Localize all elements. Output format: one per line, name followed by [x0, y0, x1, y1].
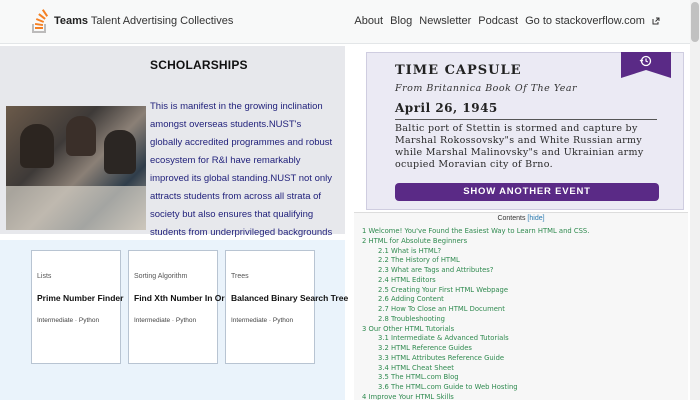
brand-teams-link[interactable]: Teams	[54, 15, 88, 27]
scholarships-title: SCHOLARSHIPS	[150, 58, 248, 72]
nav-link-podcast[interactable]: Podcast	[478, 15, 518, 27]
toc-link[interactable]: 2 HTML for Absolute Beginners	[362, 237, 684, 247]
brand-links[interactable]: Teams Talent Advertising Collectives	[54, 15, 233, 27]
nav-link-blog[interactable]: Blog	[390, 15, 412, 27]
nav-link-stackoverflow[interactable]: Go to stackoverflow.com	[525, 15, 645, 27]
toc-link[interactable]: 2.2 The History of HTML	[362, 256, 684, 266]
challenge-card[interactable]: Trees Balanced Binary Search Tree Interm…	[225, 250, 348, 364]
time-capsule-title: TIME CAPSULE	[395, 63, 522, 78]
top-navigation-bar: Teams Talent Advertising Collectives Abo…	[0, 0, 700, 44]
show-another-event-button[interactable]: SHOW ANOTHER EVENT	[395, 183, 659, 201]
brand-rest-links[interactable]: Talent Advertising Collectives	[91, 15, 233, 27]
card-meta: Intermediate · Python	[231, 317, 294, 324]
toc-link[interactable]: 2.7 How To Close an HTML Document	[362, 305, 684, 315]
external-link-icon	[652, 16, 660, 25]
time-capsule-subtitle: From Britannica Book Of The Year	[395, 83, 578, 94]
card-category: Lists	[37, 273, 52, 280]
scholarships-panel: SCHOLARSHIPS This is manifest in the gro…	[0, 46, 345, 274]
toc-link[interactable]: 3.2 HTML Reference Guides	[362, 344, 684, 354]
challenge-card[interactable]: Sorting Algorithm Find Xth Number In Ord…	[128, 250, 238, 364]
card-title: Find Xth Number In Order	[134, 293, 238, 303]
card-category: Sorting Algorithm	[134, 273, 188, 280]
card-meta: Intermediate · Python	[134, 317, 197, 324]
card-title: Prime Number Finder	[37, 293, 124, 303]
card-category: Trees	[231, 273, 249, 280]
toc-link[interactable]: 3.6 The HTML.com Guide to Web Hosting	[362, 383, 684, 393]
table-of-contents: Contents [hide] 1 Welcome! You've Found …	[354, 212, 688, 400]
toc-hide-link[interactable]: [hide]	[527, 215, 544, 222]
toc-link[interactable]: 3 Our Other HTML Tutorials	[362, 325, 684, 335]
challenge-card[interactable]: Lists Prime Number Finder Intermediate ·…	[31, 250, 124, 364]
toc-title: Contents	[497, 215, 526, 222]
students-photo	[6, 106, 146, 230]
toc-link[interactable]: 2.5 Creating Your First HTML Webpage	[362, 286, 684, 296]
toc-list: 1 Welcome! You've Found the Easiest Way …	[362, 227, 684, 400]
toc-link[interactable]: 1 Welcome! You've Found the Easiest Way …	[362, 227, 684, 237]
page-scrollbar[interactable]	[690, 0, 700, 400]
toc-heading: Contents [hide]	[354, 215, 688, 222]
toc-link[interactable]: 2.4 HTML Editors	[362, 276, 684, 286]
nav-link-about[interactable]: About	[354, 15, 383, 27]
top-nav-links: About Blog Newsletter Podcast Go to stac…	[350, 15, 660, 27]
toc-link[interactable]: 3.5 The HTML.com Blog	[362, 373, 684, 383]
card-title: Balanced Binary Search Tree	[231, 293, 349, 303]
scrollbar-thumb[interactable]	[691, 2, 699, 42]
toc-link[interactable]: 3.1 Intermediate & Advanced Tutorials	[362, 334, 684, 344]
stack-overflow-logo-icon[interactable]	[32, 8, 49, 34]
card-meta: Intermediate · Python	[37, 317, 100, 324]
toc-link[interactable]: 2.8 Troubleshooting	[362, 315, 684, 325]
toc-link[interactable]: 4 Improve Your HTML Skills	[362, 393, 684, 400]
toc-link[interactable]: 2.6 Adding Content	[362, 295, 684, 305]
time-capsule-event: Baltic port of Stettin is stormed and ca…	[395, 123, 644, 170]
toc-link[interactable]: 3.4 HTML Cheat Sheet	[362, 364, 684, 374]
divider	[395, 119, 657, 120]
toc-link[interactable]: 2.1 What is HTML?	[362, 247, 684, 257]
time-capsule-widget: TIME CAPSULE From Britannica Book Of The…	[366, 52, 684, 210]
clock-history-icon	[621, 52, 671, 78]
toc-link[interactable]: 2.3 What are Tags and Attributes?	[362, 266, 684, 276]
nav-link-newsletter[interactable]: Newsletter	[419, 15, 471, 27]
toc-link[interactable]: 3.3 HTML Attributes Reference Guide	[362, 354, 684, 364]
time-capsule-date: April 26, 1945	[395, 101, 498, 115]
